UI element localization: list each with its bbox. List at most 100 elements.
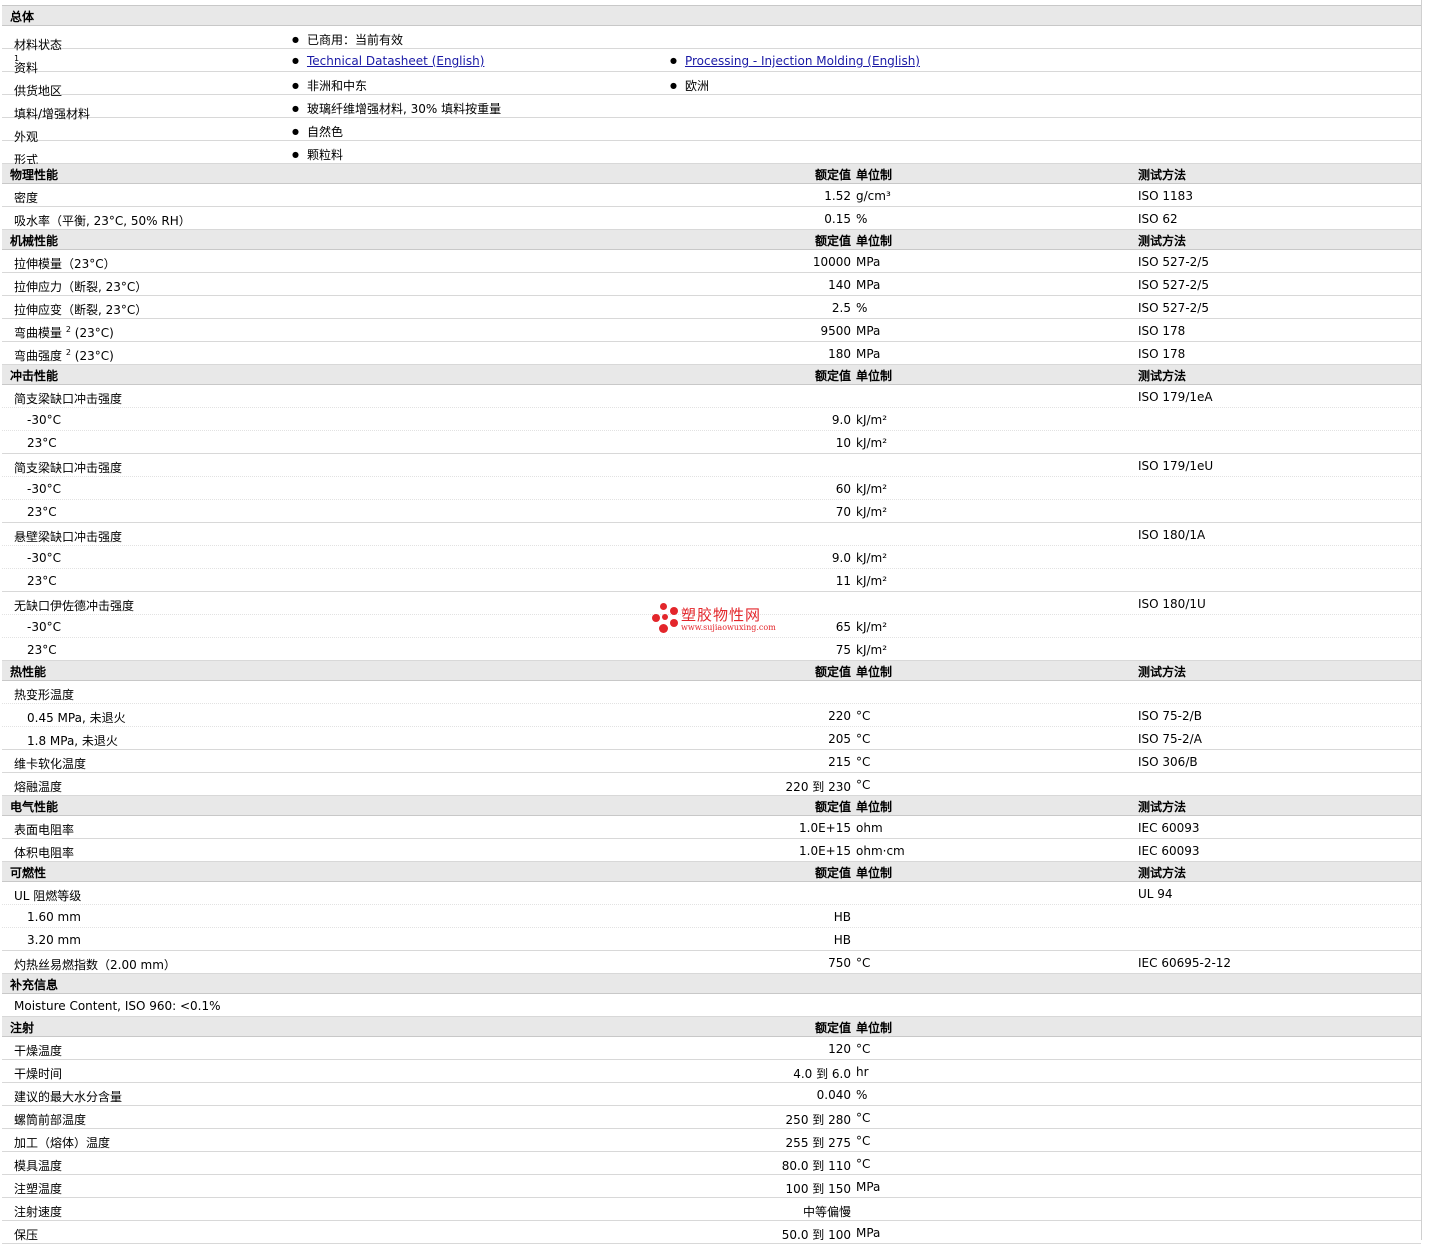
property-name: 23°C: [27, 505, 57, 519]
technical-datasheet-link[interactable]: Technical Datasheet (English): [307, 54, 484, 68]
section-title: 冲击性能: [10, 369, 59, 383]
processing-injection-link[interactable]: Processing - Injection Molding (English): [685, 54, 920, 68]
property-name: 无缺口伊佐德冲击强度: [14, 597, 134, 614]
property-name: 弯曲模量 2 (23°C): [14, 324, 114, 341]
scrollbar[interactable]: [1421, 0, 1430, 1240]
column-header-unit: 单位制: [856, 665, 893, 679]
property-unit: %: [856, 1088, 868, 1102]
property-row: 3.20 mm HB: [2, 928, 1421, 951]
bullet-value: 自然色: [306, 125, 343, 139]
property-value: 250 到 280: [785, 1113, 851, 1127]
property-name: 加工（熔体）温度: [14, 1134, 110, 1151]
test-method: ISO 75-2/B: [1138, 709, 1202, 723]
bullet-value: 欧洲: [684, 79, 709, 93]
bullet-value: 非洲和中东: [306, 79, 367, 93]
property-row: 0.45 MPa, 未退火 220 °C ISO 75-2/B: [2, 704, 1421, 727]
property-row: 保压 50.0 到 100 MPa: [2, 1221, 1421, 1244]
column-header-method: 测试方法: [1138, 234, 1187, 248]
column-header-unit: 单位制: [856, 866, 893, 880]
property-row: UL 阻燃等级 UL 94: [2, 882, 1421, 905]
watermark-brand: 塑胶物性网: [681, 606, 762, 624]
test-method: ISO 527-2/5: [1138, 255, 1209, 269]
property-name-text: 模具温度: [14, 1159, 63, 1173]
property-name: UL 阻燃等级: [14, 887, 81, 904]
property-name: 1.60 mm: [27, 910, 81, 924]
property-name: 悬壁梁缺口冲击强度: [14, 528, 122, 545]
property-row: 23°C 75 kJ/m²: [2, 638, 1421, 661]
property-value: 180: [828, 347, 851, 361]
bullet-item: 非洲和中东: [292, 77, 367, 94]
property-name-text: 1.8 MPa, 未退火: [27, 734, 118, 748]
property-unit: g/cm³: [856, 189, 891, 203]
property-value: HB: [833, 933, 851, 947]
property-name-text: 0.45 MPa, 未退火: [27, 711, 126, 725]
property-unit: kJ/m²: [856, 643, 888, 657]
general-row: 供货地区非洲和中东欧洲: [2, 72, 1421, 98]
property-name-text: -30°C: [27, 551, 61, 565]
property-row: -30°C 60 kJ/m²: [2, 477, 1421, 500]
property-row: 灼热丝易燃指数（2.00 mm） 750 °C IEC 60695-2-12: [2, 951, 1421, 974]
section-title: 注射: [10, 1021, 35, 1035]
property-name-text: 灼热丝易燃指数（2.00 mm）: [14, 958, 176, 972]
property-name-text: 注射速度: [14, 1205, 63, 1219]
property-value: 9500: [820, 324, 851, 338]
property-name: 弯曲强度 2 (23°C): [14, 347, 114, 364]
property-name-text: 弯曲强度: [14, 349, 63, 363]
property-name-text: 23°C: [27, 505, 57, 519]
property-name: 吸水率（平衡, 23°C, 50% RH）: [14, 212, 191, 229]
section-header: 可燃性 额定值 单位制 测试方法: [2, 862, 1421, 882]
property-name: 1.8 MPa, 未退火: [27, 732, 118, 749]
bullet-item: 自然色: [292, 123, 343, 140]
property-value: 205: [828, 732, 851, 746]
property-value: 50.0 到 100: [781, 1228, 851, 1242]
property-unit: ohm·cm: [856, 844, 905, 858]
property-unit: kJ/m²: [856, 620, 888, 634]
property-name-text: 体积电阻率: [14, 846, 75, 860]
property-value: 2.5: [831, 301, 851, 315]
property-row: 注塑温度 100 到 150 MPa: [2, 1175, 1421, 1198]
property-name-text: 3.20 mm: [27, 933, 81, 947]
property-unit: °C: [856, 1157, 871, 1171]
property-unit: hr: [856, 1065, 869, 1079]
property-name-text: Moisture Content, ISO 960: <0.1%: [14, 999, 221, 1013]
property-name-text: -30°C: [27, 413, 61, 427]
property-row: 表面电阻率 1.0E+15 ohm IEC 60093: [2, 816, 1421, 839]
test-method: ISO 180/1A: [1138, 528, 1206, 542]
property-value: 220 到 230: [785, 780, 851, 794]
property-name-text: 23°C: [27, 643, 57, 657]
property-name-text: 23°C: [27, 436, 57, 450]
property-name-text: 拉伸模量（23°C）: [14, 257, 116, 271]
property-name: 螺筒前部温度: [14, 1111, 86, 1128]
general-row: 形式颗粒料: [2, 141, 1421, 167]
bullet-item: Processing - Injection Molding (English): [670, 54, 920, 68]
property-row: 熔融温度 220 到 230 °C: [2, 773, 1421, 796]
property-name-text: 弯曲模量: [14, 326, 63, 340]
section-title: 电气性能: [10, 800, 59, 814]
property-unit: kJ/m²: [856, 413, 888, 427]
property-row: 23°C 11 kJ/m²: [2, 569, 1421, 592]
column-header-value: 额定值: [814, 168, 851, 182]
property-unit: %: [856, 301, 868, 315]
property-name-text: 简支梁缺口冲击强度: [14, 392, 123, 406]
property-row: 模具温度 80.0 到 110 °C: [2, 1152, 1421, 1175]
property-unit: kJ/m²: [856, 436, 888, 450]
section-header: 冲击性能 额定值 单位制 测试方法: [2, 365, 1421, 385]
property-name-text: 干燥时间: [14, 1067, 63, 1081]
property-name: Moisture Content, ISO 960: <0.1%: [14, 999, 221, 1013]
footnote-marker: 2: [65, 348, 71, 357]
property-value: 0.040: [816, 1088, 851, 1102]
property-row: 注射速度 中等偏慢: [2, 1198, 1421, 1221]
property-name: 注射速度: [14, 1203, 62, 1220]
test-method: IEC 60695-2-12: [1138, 956, 1232, 970]
property-name-text: 吸水率（平衡, 23°C, 50% RH）: [14, 214, 191, 228]
property-row: 建议的最大水分含量 0.040%: [2, 1083, 1421, 1106]
test-method: ISO 527-2/5: [1138, 278, 1209, 292]
property-name-text: 熔融温度: [14, 780, 63, 794]
property-name: 干燥时间: [14, 1065, 62, 1082]
general-row: 资料 1 Technical Datasheet (English) Process…: [2, 49, 1421, 75]
property-name: 表面电阻率: [14, 821, 74, 838]
property-condition: (23°C): [74, 349, 114, 363]
property-row: 热变形温度: [2, 681, 1421, 704]
property-name: 简支梁缺口冲击强度: [14, 459, 122, 476]
section-title: 可燃性: [10, 866, 47, 880]
